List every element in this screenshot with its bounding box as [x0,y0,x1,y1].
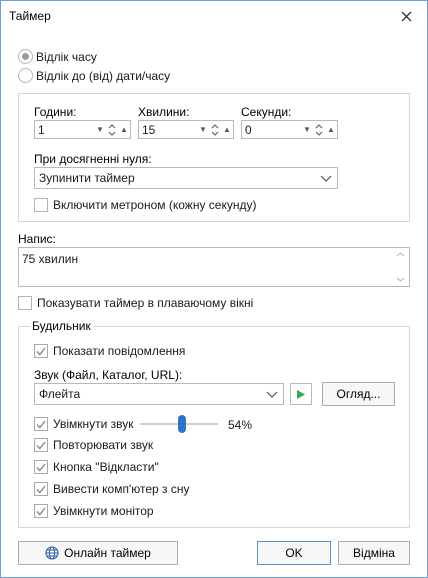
floating-window-check-box [18,296,32,310]
to-date-radio-label: Відлік до (від) дати/часу [36,68,171,83]
countdown-radio-label: Відлік часу [36,49,97,64]
caption-scrollbar[interactable] [392,248,409,286]
cancel-button[interactable]: Відміна [338,541,410,565]
seconds-updown-icon[interactable] [313,121,325,138]
globe-icon [45,546,59,560]
snooze-check-box [34,460,48,474]
show-message-checkbox[interactable]: Показати повідомлення [34,344,185,358]
minutes-input[interactable]: 15 ▼ ▲ [138,120,234,139]
seconds-up-icon[interactable]: ▲ [325,121,337,138]
repeat-sound-label: Повторювати звук [53,438,154,452]
minutes-up-icon[interactable]: ▲ [221,121,233,138]
chevron-down-icon [315,168,337,188]
checkmark-icon [36,485,46,494]
enable-sound-checkbox[interactable]: Увімкнути звук [34,417,134,431]
title-bar: Таймер [1,1,427,32]
floating-window-label: Показувати таймер в плаваючому вікні [37,296,254,310]
on-zero-value: Зупинити таймер [39,171,135,185]
floating-window-checkbox[interactable]: Показувати таймер в плаваючому вікні [18,296,253,310]
repeat-sound-checkbox[interactable]: Повторювати звук [34,438,153,452]
wake-computer-check-box [34,482,48,496]
repeat-sound-check-box [34,438,48,452]
wake-computer-checkbox[interactable]: Вивести комп'ютер з сну [34,482,190,496]
enable-monitor-check-box [34,504,48,518]
countdown-radio[interactable]: Відлік часу [18,49,97,64]
minutes-label: Хвилини: [138,105,190,119]
caption-textarea[interactable]: 75 хвилин [18,247,410,287]
show-message-check-box [34,344,48,358]
volume-percent: 54% [228,418,253,432]
hours-down-icon[interactable]: ▼ [94,121,106,138]
chevron-down-icon [261,384,283,404]
checkmark-icon [36,507,46,516]
timer-dialog: Таймер Відлік часу Відлік до (від) дати/… [0,0,428,578]
minutes-updown-icon[interactable] [209,121,221,138]
hours-value: 1 [38,122,45,137]
alarm-group-title: Будильник [30,319,93,333]
scroll-up-icon [396,252,405,257]
to-date-radio-dot [18,68,33,83]
scroll-down-icon [396,277,405,282]
sound-label: Звук (Файл, Каталог, URL): [34,368,183,382]
checkmark-icon [36,463,46,472]
hours-label: Години: [34,105,77,119]
hours-input[interactable]: 1 ▼ ▲ [34,120,131,139]
on-zero-select[interactable]: Зупинити таймер [34,167,338,189]
wake-computer-label: Вивести комп'ютер з сну [53,482,190,496]
seconds-label: Секунди: [241,105,292,119]
sound-select[interactable]: Флейта [34,383,284,405]
snooze-label: Кнопка "Відкласти" [53,460,159,474]
seconds-input[interactable]: 0 ▼ ▲ [241,120,338,139]
play-icon [297,389,305,399]
hours-up-icon[interactable]: ▲ [118,121,130,138]
enable-monitor-checkbox[interactable]: Увімкнути монітор [34,504,154,518]
enable-monitor-label: Увімкнути монітор [53,504,154,518]
checkmark-icon [36,441,46,450]
checkmark-icon [36,347,46,356]
on-zero-label: При досягненні нуля: [34,152,152,166]
sound-value: Флейта [39,387,81,401]
checkmark-icon [36,420,46,429]
enable-sound-label: Увімкнути звук [53,417,134,431]
show-message-label: Показати повідомлення [53,344,186,358]
to-date-radio[interactable]: Відлік до (від) дати/часу [18,68,170,83]
browse-button[interactable]: Огляд... [322,382,395,406]
close-button[interactable] [395,6,417,26]
browse-button-label: Огляд... [336,387,381,401]
online-timer-button[interactable]: Онлайн таймер [18,541,178,565]
countdown-radio-dot [18,49,33,64]
minutes-value: 15 [142,122,156,137]
minutes-down-icon[interactable]: ▼ [197,121,209,138]
volume-slider-thumb[interactable] [178,415,187,433]
metronome-check-box [34,198,48,212]
online-timer-label: Онлайн таймер [64,546,151,560]
close-icon [401,11,411,21]
window-title: Таймер [9,9,51,23]
metronome-label: Включити метроном (кожну секунду) [53,198,257,212]
enable-sound-check-box [34,417,48,431]
ok-button-label: OK [285,546,303,560]
seconds-value: 0 [245,122,252,137]
cancel-button-label: Відміна [353,546,395,560]
snooze-button-checkbox[interactable]: Кнопка "Відкласти" [34,460,159,474]
ok-button[interactable]: OK [257,541,331,565]
hours-updown-icon[interactable] [106,121,118,138]
caption-label: Напис: [18,232,56,246]
caption-value: 75 хвилин [22,252,79,266]
seconds-down-icon[interactable]: ▼ [301,121,313,138]
metronome-checkbox[interactable]: Включити метроном (кожну секунду) [34,198,256,212]
play-sound-button[interactable] [290,383,312,405]
